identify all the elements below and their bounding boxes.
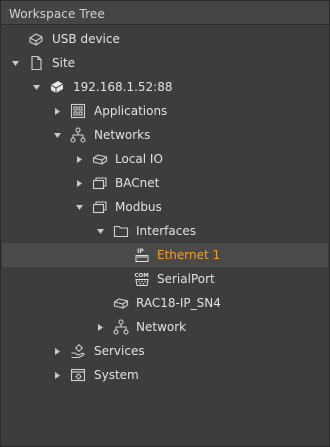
svg-text:COM: COM: [135, 273, 149, 279]
tree-node-label: USB device: [52, 32, 120, 46]
tree-node-local-io[interactable]: Local IO: [2, 147, 328, 171]
device-icon: [113, 295, 129, 311]
tree-node-network[interactable]: Network: [2, 315, 328, 339]
chevron-right-icon[interactable]: [52, 339, 62, 363]
tree-node-label: Networks: [94, 128, 151, 142]
chevron-right-icon[interactable]: [74, 171, 84, 195]
tree-node-interfaces[interactable]: Interfaces: [2, 219, 328, 243]
tree-node-bacnet[interactable]: BACnet: [2, 171, 328, 195]
tree-node-modbus[interactable]: Modbus: [2, 195, 328, 219]
local-io-icon: [92, 151, 108, 167]
protocol-icon: [92, 199, 108, 215]
chevron-down-icon[interactable]: [10, 51, 20, 75]
tree-node-ethernet-1[interactable]: IP Ethernet 1: [2, 243, 328, 267]
tree-node-label: SerialPort: [157, 272, 215, 286]
tree-node-label: BACnet: [115, 176, 160, 190]
applications-icon: [70, 103, 86, 119]
system-icon: [70, 367, 86, 383]
tree-node-serialport[interactable]: COM SerialPort: [2, 267, 328, 291]
chevron-down-icon[interactable]: [74, 195, 84, 219]
document-icon: [28, 55, 44, 71]
tree-node-label: RAC18-IP_SN4: [136, 296, 221, 310]
tree-node-networks[interactable]: Networks: [2, 123, 328, 147]
controller-icon: [49, 79, 65, 95]
chevron-right-icon[interactable]: [52, 99, 62, 123]
svg-text:IP: IP: [137, 248, 144, 255]
tree-node-system[interactable]: System: [2, 363, 328, 387]
chevron-right-icon[interactable]: [95, 315, 105, 339]
workspace-tree: USB device Site 192.168.1.52:88 Applicat…: [2, 26, 328, 446]
tree-node-label: Ethernet 1: [157, 248, 221, 262]
tree-node-label: Applications: [94, 104, 168, 118]
tree-node-label: Services: [94, 344, 145, 358]
tree-node-applications[interactable]: Applications: [2, 99, 328, 123]
tree-node-usb-device[interactable]: USB device: [2, 27, 328, 51]
tree-node-label: Site: [52, 56, 76, 70]
tree-node-services[interactable]: Services: [2, 339, 328, 363]
chevron-down-icon[interactable]: [52, 123, 62, 147]
protocol-icon: [92, 175, 108, 191]
tree-node-rac18[interactable]: RAC18-IP_SN4: [2, 291, 328, 315]
tree-node-label: Local IO: [115, 152, 163, 166]
tree-node-label: Interfaces: [136, 224, 196, 238]
tree-node-label: 192.168.1.52:88: [73, 80, 173, 94]
tree-node-site[interactable]: Site: [2, 51, 328, 75]
services-icon: [70, 343, 86, 359]
chevron-down-icon[interactable]: [31, 75, 41, 99]
tree-node-label: System: [94, 368, 139, 382]
chevron-right-icon[interactable]: [74, 147, 84, 171]
chevron-right-icon[interactable]: [52, 363, 62, 387]
panel-title: Workspace Tree: [9, 7, 105, 21]
com-port-icon: COM: [134, 271, 150, 287]
chevron-down-icon[interactable]: [95, 219, 105, 243]
workspace-tree-panel: Workspace Tree USB device Site 192.168.1…: [0, 0, 330, 447]
tree-node-controller[interactable]: 192.168.1.52:88: [2, 75, 328, 99]
folder-icon: [113, 223, 129, 239]
usb-device-icon: [28, 31, 44, 47]
tree-node-label: Modbus: [115, 200, 162, 214]
ethernet-ip-icon: IP: [134, 247, 150, 263]
network-icon: [70, 127, 86, 143]
tree-node-label: Network: [136, 320, 187, 334]
network-icon: [113, 319, 129, 335]
panel-header: Workspace Tree: [1, 1, 329, 25]
